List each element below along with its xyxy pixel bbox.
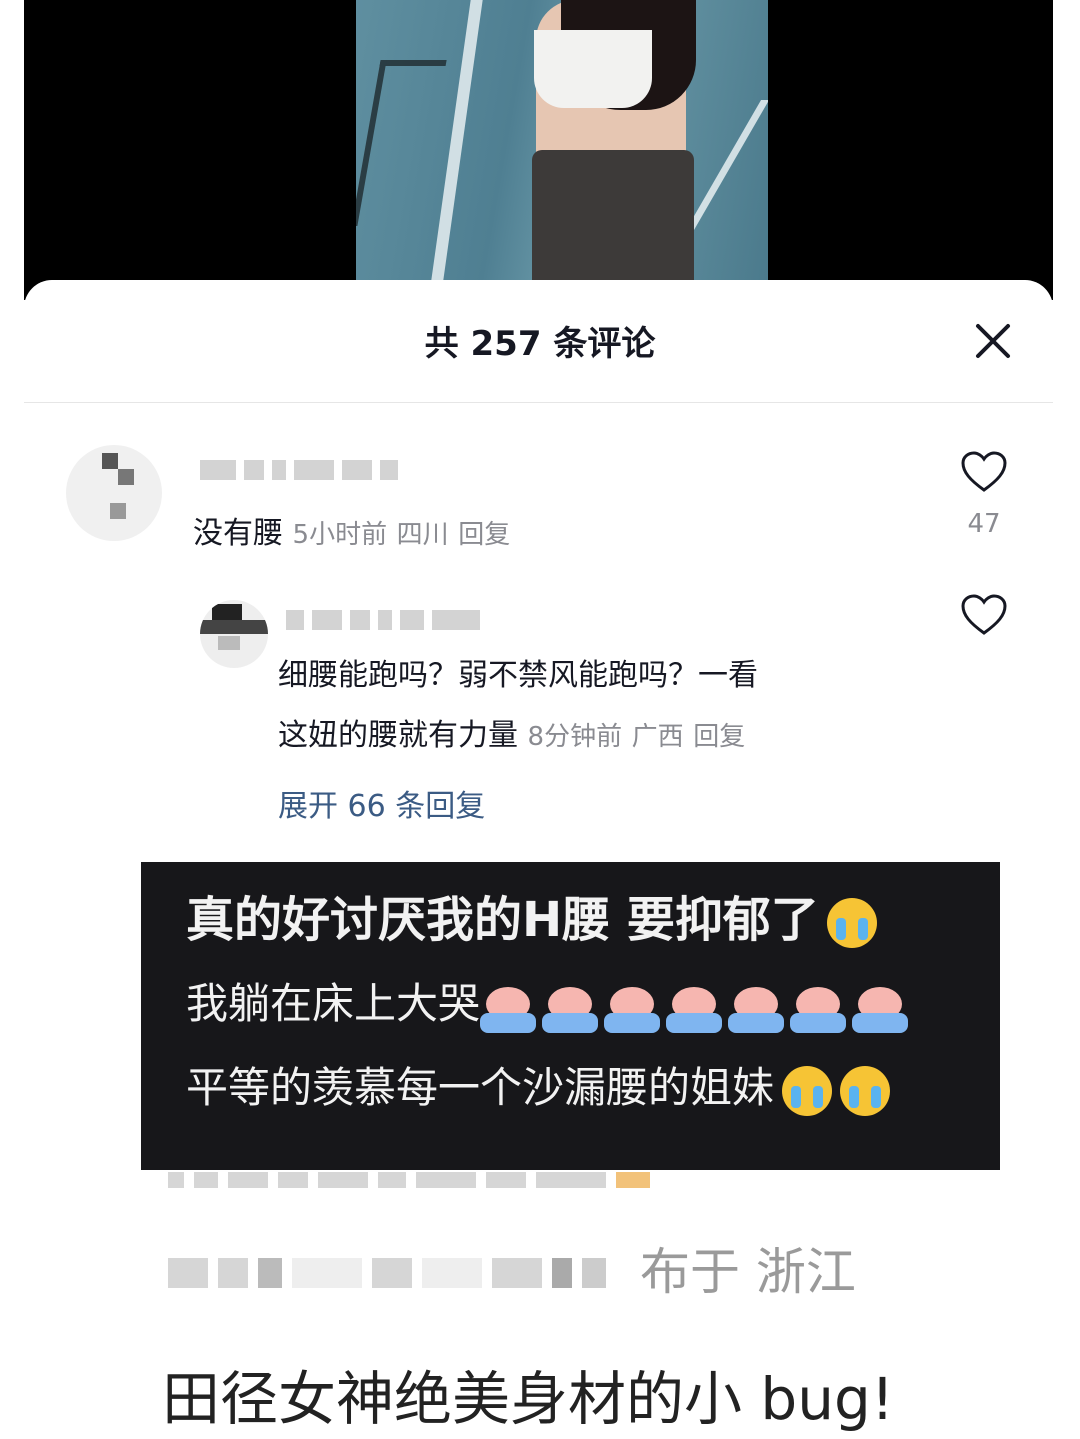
crying-pig-in-tub-emoji (666, 979, 723, 1035)
reply-text-line-2: 这妞的腰就有力量 (278, 718, 518, 753)
close-icon[interactable] (972, 320, 1014, 362)
overlay-line-2-text: 我躺在床上大哭 (186, 979, 481, 1028)
comment-text: 没有腰 (193, 516, 283, 551)
crying-pig-in-tub-emoji (542, 979, 599, 1035)
overlay-line-1: 真的好讨厌我的H腰 要抑郁了 (186, 880, 877, 950)
track-lane-line (428, 0, 486, 280)
blurred-text-row (168, 1172, 650, 1188)
overlay-post-card: 真的好讨厌我的H腰 要抑郁了 我躺在床上大哭 平等的羡慕每一个沙漏腰的姐妹 (141, 862, 1000, 1170)
overlay-line-2: 我躺在床上大哭 (186, 970, 914, 1035)
reply-text-line-1: 细腰能跑吗？弱不禁风能跑吗？一看 (278, 658, 758, 693)
overlay-line-3: 平等的羡慕每一个沙漏腰的姐妹 (186, 1054, 891, 1116)
crying-pig-in-tub-emoji (604, 979, 661, 1035)
heart-outline-icon[interactable] (960, 593, 1008, 637)
video-player[interactable] (24, 0, 1053, 300)
image-caption: 田径女神绝美身材的小 bug! (162, 1365, 895, 1433)
crying-pig-in-tub-emoji (728, 979, 785, 1035)
crying-pig-in-tub-emoji (852, 979, 909, 1035)
comment-time: 5小时前 (292, 520, 388, 550)
publish-location: 布于 浙江 (640, 1243, 856, 1301)
reply-button[interactable]: 回复 (693, 722, 745, 752)
blurred-text-row (168, 1258, 606, 1288)
reply-location: 广西 (631, 722, 684, 752)
reply-button[interactable]: 回复 (458, 520, 510, 550)
heart-outline-icon[interactable] (960, 450, 1008, 494)
loudly-crying-face-emoji (826, 898, 877, 948)
comment-item: 没有腰 5小时前 四川 回复 (193, 508, 510, 552)
crying-pig-in-tub-emoji (790, 979, 847, 1035)
loudly-crying-face-emoji (782, 1065, 833, 1116)
crying-pig-in-tub-emoji (480, 979, 537, 1035)
loudly-crying-face-emoji (840, 1065, 891, 1116)
comment-location: 四川 (396, 520, 449, 550)
athlete-shorts (532, 150, 694, 280)
avatar[interactable] (66, 445, 162, 541)
comment-count-title: 共 257 条评论 (424, 324, 656, 364)
blurred-username[interactable] (200, 460, 398, 480)
reply-time: 8分钟前 (527, 722, 623, 752)
folding-chair (356, 60, 447, 226)
avatar[interactable] (200, 600, 268, 668)
video-thumbnail (356, 0, 768, 280)
overlay-line-1-text: 真的好讨厌我的H腰 要抑郁了 (186, 892, 819, 948)
athlete-top (534, 30, 652, 108)
blurred-username[interactable] (286, 610, 480, 630)
expand-replies-link[interactable]: 展开 66 条回复 (278, 781, 485, 825)
like-count: 47 (967, 509, 1001, 539)
reply-item: 这妞的腰就有力量 8分钟前 广西 回复 (278, 710, 745, 754)
header-divider (24, 402, 1053, 403)
overlay-line-3-text: 平等的羡慕每一个沙漏腰的姐妹 (186, 1063, 775, 1112)
